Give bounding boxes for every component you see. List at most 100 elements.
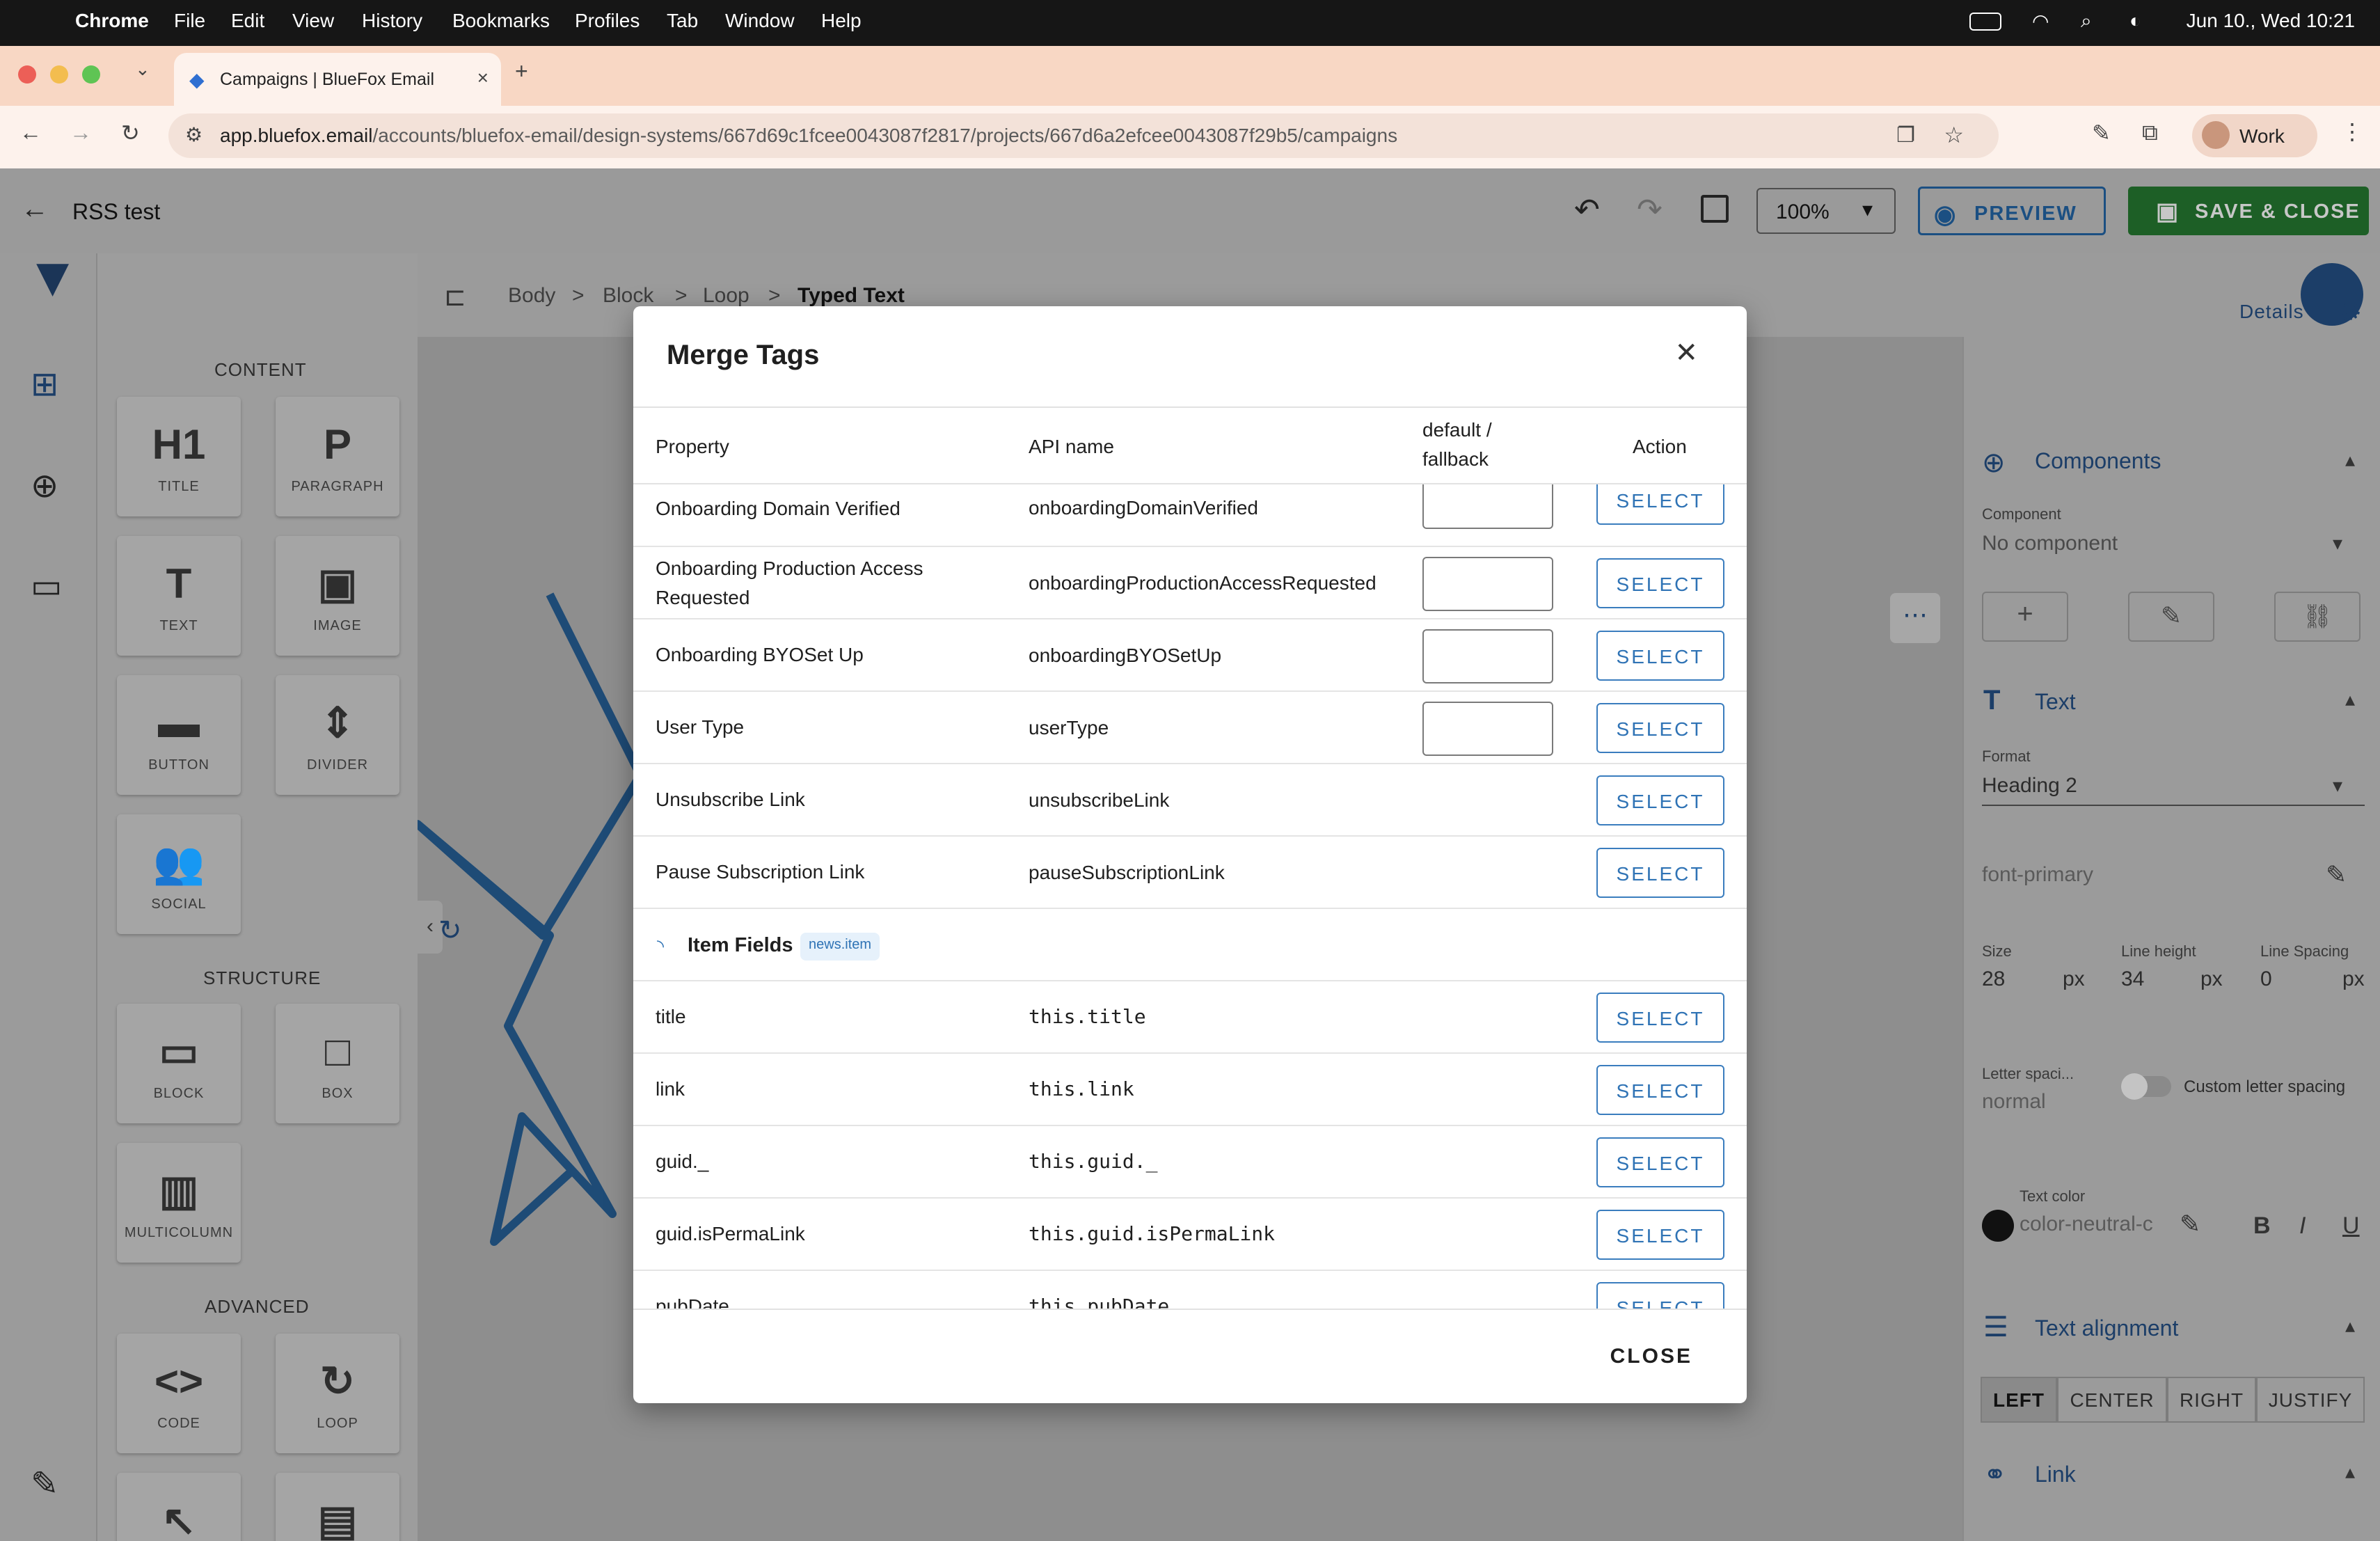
select-button[interactable]: SELECT [1596,775,1724,825]
select-button[interactable]: SELECT [1596,484,1724,525]
select-button[interactable]: SELECT [1596,631,1724,681]
fallback-input[interactable] [1422,702,1553,756]
zoom-select[interactable]: 100% ▾ [1756,188,1896,234]
align-center-button[interactable]: CENTER [2057,1377,2167,1423]
save-close-button[interactable]: ▣ SAVE & CLOSE [2128,187,2369,235]
menu-profiles[interactable]: Profiles [575,10,640,32]
underline-icon[interactable]: U [2342,1212,2360,1240]
paragraph-tile[interactable]: P PARAGRAPH [276,397,399,516]
fallback-input[interactable] [1422,484,1553,529]
select-button[interactable]: SELECT [1596,848,1724,898]
forward-icon[interactable]: → [70,120,92,145]
magic-wand-icon[interactable]: ✎ [2326,860,2347,890]
window-zoom-icon[interactable] [82,65,100,84]
gear-icon[interactable]: ⚙ [2340,297,2362,326]
back-arrow-icon[interactable]: ← [21,193,49,225]
menu-window[interactable]: Window [725,10,795,32]
block-tile[interactable]: ▭ BLOCK [117,1004,241,1123]
select-button[interactable]: SELECT [1596,993,1724,1043]
components-title[interactable]: Components [2035,448,2161,474]
save-icon[interactable] [1701,195,1729,223]
menu-view[interactable]: View [292,10,334,32]
divider-tile[interactable]: ⇕ DIVIDER [276,675,399,795]
menu-file[interactable]: File [174,10,205,32]
merge-tag-table[interactable]: Onboarding Domain Verified onboardingDom… [633,484,1747,1309]
wifi-icon[interactable]: ◠ [2032,10,2049,33]
social-tile[interactable]: 👥 SOCIAL [117,814,241,934]
chevron-down-icon[interactable]: ▾ [2333,532,2342,555]
search-icon[interactable]: ⌕ [2081,10,2092,33]
title-tile[interactable]: H1 TITLE [117,397,241,516]
layout-icon[interactable]: ▭ [31,567,62,606]
close-button[interactable]: CLOSE [1610,1345,1692,1368]
close-tab-icon[interactable]: × [477,67,489,89]
letter-spacing-input[interactable]: normal [1982,1090,2046,1114]
profile-chip[interactable]: Work [2192,114,2317,157]
box-tile[interactable]: □ BOX [276,1004,399,1123]
chrome-menu-icon[interactable]: ⋮ [2341,118,2363,145]
text-color-input[interactable]: color-neutral-c [2020,1212,2153,1236]
address-bar[interactable]: ⚙ app.bluefox.email/accounts/bluefox-ema… [168,113,1999,158]
bookmark-star-icon[interactable]: ☆ [1944,122,1964,148]
details-link[interactable]: Details [2239,301,2304,323]
window-minimize-icon[interactable] [50,65,68,84]
chevron-up-icon[interactable]: ▴ [2345,688,2355,711]
select-button[interactable]: SELECT [1596,1065,1724,1115]
loop-tile[interactable]: ↻ LOOP [276,1334,399,1453]
window-close-icon[interactable] [18,65,36,84]
align-justify-button[interactable]: JUSTIFY [2256,1377,2365,1423]
font-family-field[interactable]: font-primary [1982,863,2093,887]
reload-icon[interactable]: ↻ [121,120,140,146]
crumb-body[interactable]: Body [508,284,555,308]
site-info-icon[interactable]: ⚙ [185,123,203,146]
align-left-button[interactable]: LEFT [1981,1377,2057,1423]
clock[interactable]: Jun 10., Wed 10:21 [2187,10,2355,32]
redo-icon[interactable]: ↷ [1637,192,1663,228]
refresh-icon[interactable]: ↻ [438,915,462,947]
chevron-down-icon[interactable]: ▾ [2333,774,2342,797]
close-icon[interactable]: ✕ [1674,337,1698,369]
preview-button[interactable]: ◉ PREVIEW [1918,187,2106,235]
chevron-up-icon[interactable]: ▴ [2345,1314,2355,1337]
magic-wand-icon[interactable]: ✎ [2180,1210,2200,1239]
more-tile[interactable]: ↖ [117,1473,241,1541]
code-tile[interactable]: <> CODE [117,1334,241,1453]
line-height-input[interactable]: 34 [2121,967,2144,991]
italic-icon[interactable]: I [2299,1212,2306,1240]
crumb-block[interactable]: Block [603,284,653,308]
line-spacing-input[interactable]: 0 [2260,967,2272,991]
new-tab-icon[interactable]: + [515,58,528,84]
extensions-icon[interactable]: ⧉ [2142,120,2158,146]
magic-wand-icon[interactable]: ✎ [31,1464,58,1503]
multicolumn-tile[interactable]: ▥ MULTICOLUMN [117,1143,241,1263]
text-color-swatch[interactable] [1982,1210,2014,1242]
menu-history[interactable]: History [362,10,422,32]
image-tile[interactable]: ▣ IMAGE [276,536,399,656]
tree-icon[interactable]: ⊏ [444,281,466,313]
text-section-title[interactable]: Text [2035,689,2076,715]
fallback-input[interactable] [1422,557,1553,611]
align-right-button[interactable]: RIGHT [2167,1377,2256,1423]
eyedropper-icon[interactable]: ✎ [2092,120,2111,146]
size-input[interactable]: 28 [1982,967,2005,991]
menu-bookmarks[interactable]: Bookmarks [452,10,550,32]
menu-tab[interactable]: Tab [667,10,698,32]
select-button[interactable]: SELECT [1596,1282,1724,1309]
bold-icon[interactable]: B [2253,1212,2271,1240]
gallery-tile[interactable]: ▤ [276,1473,399,1541]
select-button[interactable]: SELECT [1596,1137,1724,1187]
chevron-up-icon[interactable]: ▴ [2345,448,2355,471]
crumb-typed-text[interactable]: Typed Text [798,284,905,308]
button-tile[interactable]: ▬ BUTTON [117,675,241,795]
menu-edit[interactable]: Edit [231,10,264,32]
select-button[interactable]: SELECT [1596,703,1724,753]
unlink-component-icon[interactable]: ⛓ [2274,592,2361,642]
chevron-up-icon[interactable]: ▴ [2345,1460,2355,1483]
edit-component-icon[interactable]: ✎ [2128,592,2214,642]
add-component-icon[interactable]: ⊕ [31,466,58,505]
text-alignment-title[interactable]: Text alignment [2035,1315,2178,1341]
text-tile[interactable]: T TEXT [117,536,241,656]
component-select[interactable]: No component [1982,532,2118,555]
back-icon[interactable]: ← [19,120,42,145]
format-select[interactable]: Heading 2 [1982,774,2077,798]
